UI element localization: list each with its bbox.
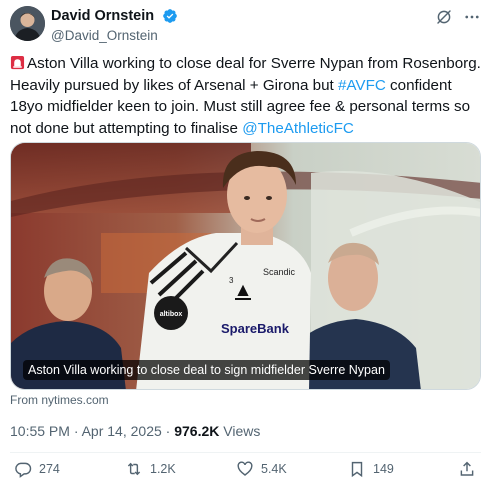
author-display-name[interactable]: David Ornstein [51, 8, 154, 24]
shirt-brand-text: Scandic [263, 267, 296, 277]
bookmark-button[interactable]: 149 [348, 460, 394, 478]
tweet-header: David Ornstein @David_Ornstein [10, 6, 481, 43]
views-count: 976.2K [174, 423, 220, 439]
actions-divider [10, 452, 481, 453]
svg-text:3: 3 [229, 276, 234, 285]
shirt-sponsor-text: SpareBank [221, 321, 290, 336]
tweet-actions-bar: 274 1.2K 5.4K 149 [10, 460, 481, 482]
tweet-media-card[interactable]: altibox 3 Scandic SpareBank Aston Villa … [10, 142, 481, 390]
grok-icon[interactable] [435, 8, 453, 26]
timestamp-link[interactable]: 10:55 PM · Apr 14, 2025 [10, 423, 162, 439]
like-count: 5.4K [261, 462, 287, 476]
share-icon [460, 461, 474, 476]
mention-link[interactable]: @TheAthleticFC [242, 120, 354, 137]
bookmark-icon [351, 461, 363, 478]
card-source-link[interactable]: From nytimes.com [10, 393, 109, 407]
tweet-meta: 10:55 PM · Apr 14, 2025 · 976.2K Views [10, 423, 260, 439]
media-photo: altibox 3 Scandic SpareBank [11, 143, 480, 389]
reply-button[interactable]: 274 [14, 460, 60, 478]
meta-separator: · [161, 423, 175, 439]
repost-icon [127, 462, 141, 476]
reply-icon [15, 462, 32, 478]
bookmark-count: 149 [373, 462, 394, 476]
share-button[interactable] [458, 460, 483, 478]
verified-badge-icon [162, 8, 178, 24]
tweet-text: Aston Villa working to close deal for Sv… [10, 53, 481, 139]
siren-emoji-icon [10, 55, 25, 70]
hashtag-link[interactable]: #AVFC [338, 77, 386, 94]
like-button[interactable]: 5.4K [236, 460, 287, 478]
reply-count: 274 [39, 462, 60, 476]
author-handle[interactable]: @David_Ornstein [51, 28, 178, 43]
repost-count: 1.2K [150, 462, 176, 476]
svg-text:altibox: altibox [160, 311, 183, 318]
author-names: David Ornstein @David_Ornstein [51, 7, 178, 43]
media-caption: Aston Villa working to close deal to sig… [23, 360, 390, 380]
repost-button[interactable]: 1.2K [125, 460, 176, 478]
views-label: Views [219, 423, 261, 439]
heart-icon [237, 461, 253, 476]
more-options-icon[interactable] [463, 8, 481, 26]
avatar[interactable] [10, 6, 45, 41]
